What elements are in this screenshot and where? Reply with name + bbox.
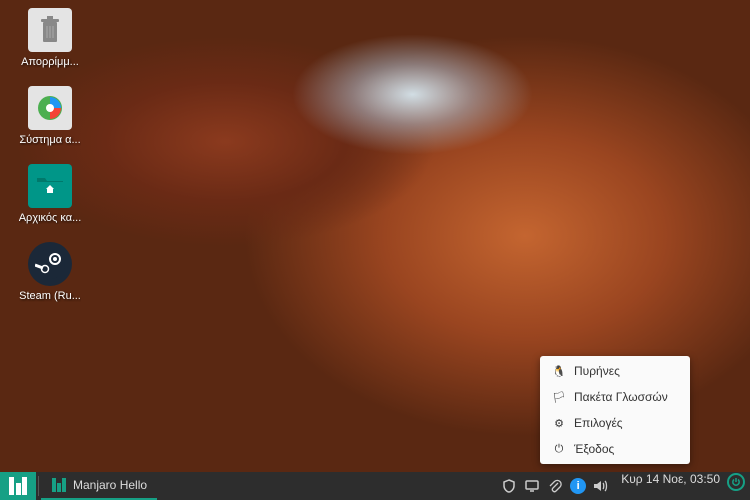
context-menu: 🐧 Πυρήνες 🏳 Πακέτα Γλωσσών ⚙ Επιλογές ⏻ …: [540, 356, 690, 464]
taskbar-clock[interactable]: Κυρ 14 Νοε, 03:50: [615, 472, 726, 500]
menu-item-label: Πυρήνες: [574, 364, 620, 378]
folder-home-icon: [28, 164, 72, 208]
desktop[interactable]: Απορρίμμ... Σύστημα α... Αρχικός κα... S…: [0, 0, 750, 472]
session-circle-icon: [727, 473, 745, 491]
info-tray-icon[interactable]: i: [568, 476, 588, 496]
desktop-tray-icon[interactable]: [522, 476, 542, 496]
penguin-icon: 🐧: [552, 364, 566, 378]
volume-tray-icon[interactable]: [591, 476, 611, 496]
desktop-icon-steam[interactable]: Steam (Ru...: [12, 242, 88, 302]
desktop-icon-system[interactable]: Σύστημα α...: [12, 86, 88, 146]
system-tray: i: [495, 472, 615, 500]
desktop-icon-label: Steam (Ru...: [19, 290, 81, 302]
taskbar-window-manjaro-hello[interactable]: Manjaro Hello: [41, 472, 157, 500]
menu-item-language-packages[interactable]: 🏳 Πακέτα Γλωσσών: [540, 384, 690, 410]
desktop-icon-trash[interactable]: Απορρίμμ...: [12, 8, 88, 68]
power-icon: ⏻: [552, 442, 566, 456]
taskbar: Manjaro Hello i Κυρ 14 Νοε, 03:50: [0, 472, 750, 500]
desktop-icon-label: Σύστημα α...: [19, 134, 80, 146]
desktop-icon-label: Αρχικός κα...: [19, 212, 82, 224]
taskbar-window-label: Manjaro Hello: [73, 478, 147, 492]
session-menu-button[interactable]: [726, 472, 746, 492]
taskbar-spacer: [157, 472, 495, 500]
shield-tray-icon[interactable]: [499, 476, 519, 496]
menu-item-label: Πακέτα Γλωσσών: [574, 390, 668, 404]
flag-icon: 🏳: [552, 390, 566, 404]
manjaro-hello-icon: [51, 477, 67, 493]
desktop-icons-column: Απορρίμμ... Σύστημα α... Αρχικός κα... S…: [12, 8, 88, 302]
menu-item-options[interactable]: ⚙ Επιλογές: [540, 410, 690, 436]
desktop-icon-label: Απορρίμμ...: [21, 56, 79, 68]
manjaro-logo-icon: [9, 477, 27, 495]
menu-item-exit[interactable]: ⏻ Έξοδος: [540, 436, 690, 462]
desktop-icon-home[interactable]: Αρχικός κα...: [12, 164, 88, 224]
attachment-tray-icon[interactable]: [545, 476, 565, 496]
trash-icon: [28, 8, 72, 52]
menu-item-label: Έξοδος: [574, 442, 614, 456]
info-circle-icon: i: [570, 478, 586, 494]
menu-item-kernels[interactable]: 🐧 Πυρήνες: [540, 358, 690, 384]
steam-icon: [28, 242, 72, 286]
menu-item-label: Επιλογές: [574, 416, 623, 430]
system-icon: [28, 86, 72, 130]
start-menu-button[interactable]: [0, 472, 36, 500]
taskbar-divider: [38, 476, 39, 496]
gear-icon: ⚙: [552, 416, 566, 430]
